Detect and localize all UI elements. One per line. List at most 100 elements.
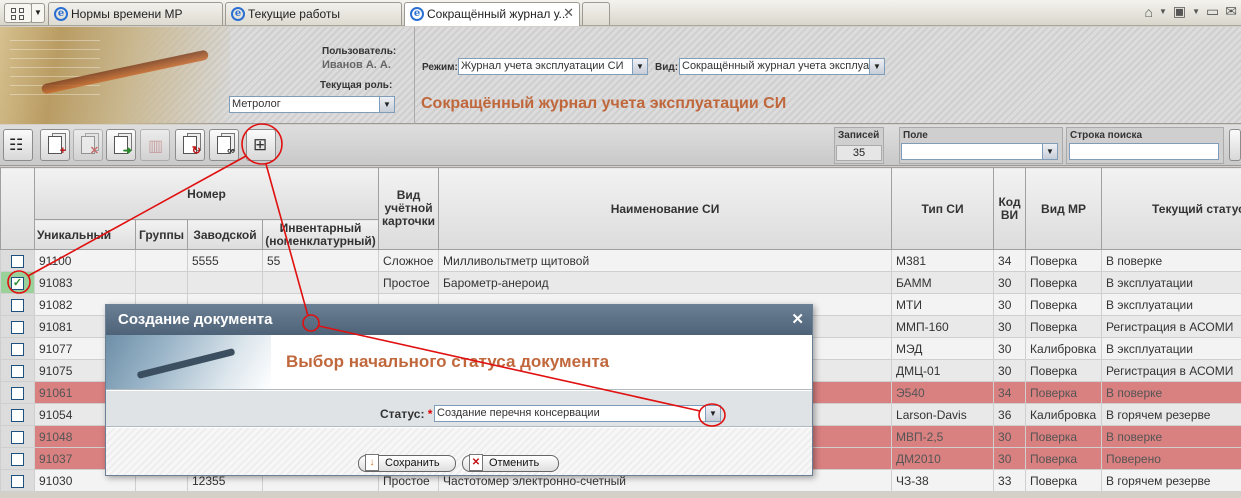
chevron-down-icon[interactable]: ▼ (705, 406, 720, 421)
row-checkbox[interactable] (11, 364, 24, 378)
cancel-icon: ✕ (469, 454, 483, 471)
grid-icon-cell (19, 8, 24, 13)
role-select[interactable]: Метролог ▼ (229, 96, 395, 113)
cell-type: Larson-Davis (891, 403, 995, 426)
table-row[interactable]: ✓ 91083 Простое Барометр-анероид БАММ 30 Повер… (0, 271, 1241, 294)
row-checkbox[interactable] (11, 342, 24, 356)
status-label: Статус: * (380, 407, 432, 421)
cell-status: В поверке (1101, 425, 1241, 448)
home-icon[interactable]: ⌂ (1144, 4, 1152, 20)
browser-tab-current-works[interactable]: e Текущие работы (225, 2, 402, 25)
browser-tab-label: Текущие работы (248, 7, 341, 21)
si-type-header[interactable]: Тип СИ (891, 167, 995, 250)
create-document-dialog: Создание документа ✕ Выбор начального ст… (105, 304, 813, 476)
cell-mr: Поверка (1025, 447, 1103, 470)
save-icon: ↓ (365, 454, 379, 471)
row-checkbox[interactable] (11, 430, 24, 444)
factory-header[interactable]: Заводской (187, 219, 263, 250)
dialog-form: Статус: * Создание перечня консервации ▼ (106, 391, 812, 427)
row-checkbox[interactable] (11, 452, 24, 466)
row-checkbox[interactable]: ✓ (11, 276, 24, 290)
field-select[interactable]: ▼ (901, 143, 1058, 160)
export-record-button[interactable]: ➜ (106, 129, 136, 161)
cell-type: МЭД (891, 337, 995, 360)
tab-close-icon[interactable]: ✕ (563, 5, 574, 21)
browser-tab-short-journal[interactable]: e Сокращённый журнал у... ✕ (404, 2, 580, 26)
row-checkbox[interactable] (11, 386, 24, 400)
row-checkbox[interactable] (11, 474, 24, 488)
cell-code: 36 (993, 403, 1027, 426)
cancel-button[interactable]: ✕ Отменить (462, 454, 559, 472)
cell-mr: Калибровка (1025, 403, 1103, 426)
status-select[interactable]: Создание перечня консервации ▼ (434, 405, 721, 422)
rss-icon[interactable]: ▣ (1173, 3, 1186, 20)
chevron-down-icon[interactable]: ▼ (869, 59, 884, 74)
browser-tab-label: Нормы времени МР (71, 7, 183, 21)
print-icon[interactable]: ▭ (1206, 3, 1219, 20)
chevron-down-icon[interactable]: ▼ (1042, 144, 1057, 159)
row-checkbox-cell (0, 469, 35, 492)
unique-header[interactable]: Уникальный (34, 219, 136, 250)
row-checkbox-cell (0, 315, 35, 338)
view-select[interactable]: Сокращённый журнал учета эксплуа ▼ (679, 58, 885, 75)
row-checkbox[interactable] (11, 320, 24, 334)
vi-code-header[interactable]: Код ВИ (993, 167, 1027, 250)
tab-list-dropdown[interactable]: ▼ (31, 3, 45, 23)
cell-mr: Поверка (1025, 359, 1103, 382)
chevron-down-icon[interactable]: ▼ (632, 59, 647, 74)
chevron-down-icon[interactable]: ▼ (379, 97, 394, 112)
row-checkbox-cell (0, 447, 35, 470)
mr-type-header[interactable]: Вид МР (1025, 167, 1103, 250)
row-checkbox[interactable] (11, 408, 24, 422)
browser-tab-label: Сокращённый журнал у... (427, 7, 569, 21)
status-header[interactable]: Текущий статус (1101, 167, 1241, 250)
refresh-record-button[interactable]: ↻ (175, 129, 205, 161)
search-button[interactable] (1229, 129, 1241, 161)
view-label: Вид: (655, 62, 679, 73)
chevron-down-icon[interactable]: ▼ (1192, 7, 1200, 16)
card-type-header[interactable]: Вид учётной карточки (378, 167, 440, 250)
cell-mr: Поверка (1025, 381, 1103, 404)
row-checkbox-cell (0, 249, 35, 272)
save-button[interactable]: ↓ Сохранить (358, 454, 456, 472)
table-row[interactable]: 91100 5555 55 Сложное Милливольтметр щитовой… (0, 249, 1241, 272)
cell-status: В горячем резерве (1101, 469, 1241, 492)
chart-button[interactable]: ▥ (140, 129, 170, 161)
name-header[interactable]: Наименование СИ (438, 167, 893, 250)
ie-icon: e (231, 7, 245, 21)
ie-icon: e (54, 7, 68, 21)
create-document-button[interactable]: ⊞ (246, 129, 276, 161)
cell-type: ДМЦ-01 (891, 359, 995, 382)
row-checkbox[interactable] (11, 298, 24, 312)
dialog-banner-image (106, 335, 271, 389)
find-record-button[interactable]: ∞ (209, 129, 239, 161)
cell-code: 34 (993, 381, 1027, 404)
browser-tools: ⌂ ▼ ▣ ▼ ▭ ✉ (1144, 3, 1237, 20)
new-tab-button[interactable] (582, 2, 610, 25)
mode-select[interactable]: Журнал учета эксплуатации СИ ▼ (458, 58, 648, 75)
cell-type: МВП-2,5 (891, 425, 995, 448)
groups-header[interactable]: Группы (135, 219, 188, 250)
search-input[interactable] (1069, 143, 1219, 160)
browser-tab-norms[interactable]: e Нормы времени МР (48, 2, 223, 25)
tree-view-button[interactable]: ☷ (3, 129, 33, 161)
cell-status: В эксплуатации (1101, 293, 1241, 316)
row-checkbox-cell (0, 293, 35, 316)
find-mark: ∞ (227, 145, 235, 157)
cell-groups (135, 271, 188, 294)
chevron-down-icon[interactable]: ▼ (1159, 7, 1167, 16)
mail-icon[interactable]: ✉ (1225, 3, 1237, 20)
row-checkbox[interactable] (11, 254, 24, 268)
ie-icon: e (410, 7, 424, 21)
delete-record-button[interactable]: ✕ (73, 129, 103, 161)
chart-icon: ▥ (148, 138, 164, 155)
cell-mr: Поверка (1025, 293, 1103, 316)
refresh-mark: ↻ (191, 145, 201, 157)
inventory-header[interactable]: Инвентарный (номенклатурный) (261, 219, 380, 250)
cell-factory: 5555 (187, 249, 263, 272)
cell-status: В поверке (1101, 249, 1241, 272)
user-label: Пользователь: (322, 46, 397, 57)
add-record-button[interactable]: + (40, 129, 70, 161)
quick-tabs-button[interactable] (4, 3, 32, 23)
close-icon[interactable]: ✕ (791, 310, 804, 328)
